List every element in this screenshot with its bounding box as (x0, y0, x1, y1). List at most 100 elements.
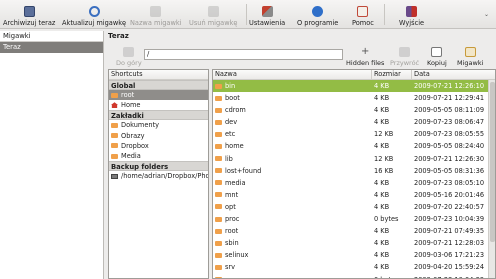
file-name-cell: media (215, 177, 246, 189)
shortcut-item-home[interactable]: Home (109, 100, 208, 110)
copy-button[interactable]: Kopiuj (427, 47, 447, 67)
settings-button[interactable]: Ustawienia (249, 2, 285, 28)
hidden-files-button[interactable]: + Hidden files (346, 47, 384, 68)
table-row[interactable]: home 4 KB 2009-05-05 08:24:40 (213, 140, 495, 152)
file-name: srv (225, 263, 236, 272)
table-row[interactable]: sbin 4 KB 2009-07-21 12:28:03 (213, 237, 495, 249)
folder-icon (215, 119, 222, 125)
help-icon (357, 6, 369, 17)
column-header-date[interactable]: Data (412, 70, 495, 80)
shortcut-item-root[interactable]: root (109, 90, 208, 101)
file-size-cell: 0 bytes (374, 215, 399, 224)
shortcuts-header[interactable]: Shortcuts (109, 70, 208, 80)
file-size-cell: 0 bytes (374, 274, 398, 279)
folder-icon (215, 264, 222, 270)
folder-icon (215, 204, 222, 210)
file-name-cell: lib (215, 153, 233, 165)
table-row[interactable]: lib 12 KB 2009-07-21 12:26:30 (213, 153, 495, 165)
shortcut-item-dropbox[interactable]: Dropbox (109, 141, 208, 151)
file-date-cell: 2009-05-16 20:01:46 (414, 190, 485, 199)
refresh-snapshot-button[interactable]: Aktualizuj migawkę (62, 2, 126, 28)
table-row[interactable]: bin 4 KB 2009-07-21 12:26:10 (213, 80, 495, 93)
folder-icon (111, 92, 118, 98)
path-input[interactable]: / (144, 49, 343, 60)
snapshots-header[interactable]: Migawki (0, 31, 103, 42)
file-name: boot (225, 94, 240, 103)
vertical-scrollbar[interactable] (488, 80, 495, 278)
snapshot-panel: Teraz Do góry / + Hidden files Przywróć … (106, 31, 496, 279)
file-name: mnt (225, 190, 239, 199)
file-name-cell: etc (215, 128, 235, 140)
file-date-cell: 2009-07-21 12:26:30 (414, 154, 485, 163)
file-size-cell: 4 KB (374, 82, 390, 90)
snapshots-button[interactable]: Migawki (457, 47, 483, 67)
file-name: media (225, 178, 246, 187)
copy-icon (431, 47, 443, 57)
folder-icon (215, 144, 222, 150)
help-button[interactable]: Pomoc (352, 2, 374, 28)
file-name: selinux (225, 251, 249, 260)
restore-button[interactable]: Przywróć (390, 47, 419, 67)
file-size-cell: 4 KB (374, 239, 390, 248)
about-button[interactable]: O programie (297, 2, 338, 28)
drive-icon (111, 173, 118, 179)
file-name: dev (225, 118, 238, 127)
delete-snapshot-button[interactable]: Usuń migawkę (189, 2, 237, 28)
table-row[interactable]: selinux 4 KB 2009-03-06 17:21:23 (213, 249, 495, 261)
file-date-cell: 2009-07-21 12:28:03 (414, 239, 485, 248)
panel-title: Teraz (108, 32, 129, 40)
file-date-cell: 2009-07-23 08:06:47 (414, 118, 485, 127)
column-header-name[interactable]: Nazwa (213, 70, 372, 80)
shortcut-item-media[interactable]: Media (109, 151, 208, 161)
file-size-cell: 4 KB (374, 263, 390, 272)
backup-now-button[interactable]: Archiwizuj teraz (3, 2, 55, 28)
up-button[interactable]: Do góry (116, 47, 142, 67)
column-header-size[interactable]: Rozmiar (372, 70, 412, 80)
file-date-cell: 2009-07-21 12:29:41 (414, 94, 485, 103)
file-name-cell: boot (215, 92, 240, 104)
file-name-cell: opt (215, 201, 236, 213)
file-name: root (225, 227, 239, 236)
folder-icon (111, 143, 118, 149)
chevron-down-icon[interactable]: ⌄ (484, 11, 489, 18)
file-date-cell: 2009-07-23 08:05:10 (414, 178, 485, 187)
file-date-cell: 2009-03-06 17:21:23 (414, 251, 485, 260)
table-row[interactable]: opt 4 KB 2009-07-20 22:40:57 (213, 201, 495, 213)
table-row[interactable]: root 4 KB 2009-07-21 07:49:35 (213, 225, 495, 237)
scrollbar-thumb[interactable] (490, 82, 495, 242)
table-row[interactable]: proc 0 bytes 2009-07-23 10:04:39 (213, 213, 495, 225)
file-size-cell: 4 KB (374, 178, 390, 187)
file-name: cdrom (225, 106, 246, 115)
table-row[interactable]: boot 4 KB 2009-07-21 12:29:41 (213, 92, 495, 104)
table-row[interactable]: mnt 4 KB 2009-05-16 20:01:46 (213, 189, 495, 201)
file-size-cell: 4 KB (374, 202, 390, 211)
exit-button[interactable]: Wyjście (399, 2, 424, 28)
shortcut-item-documents[interactable]: Dokumenty (109, 120, 208, 130)
file-name: lost+found (225, 166, 262, 175)
info-icon (312, 6, 324, 17)
table-row[interactable]: media 4 KB 2009-07-23 08:05:10 (213, 177, 495, 189)
table-row[interactable]: dev 4 KB 2009-07-23 08:06:47 (213, 116, 495, 128)
table-row[interactable]: sys 0 bytes 2009-07-23 10:04:39 (213, 274, 495, 279)
folder-icon (215, 156, 222, 162)
folder-icon (215, 95, 222, 101)
file-name: proc (225, 215, 240, 224)
shortcut-item-pictures[interactable]: Obrazy (109, 131, 208, 141)
file-name: home (225, 142, 244, 151)
table-row[interactable]: lost+found 16 KB 2009-05-05 08:31:36 (213, 165, 495, 177)
snapshot-item-now[interactable]: Teraz (0, 42, 103, 53)
file-date-cell: 2009-05-05 08:31:36 (414, 166, 485, 175)
label-icon (150, 6, 162, 17)
exit-icon (406, 6, 418, 17)
file-date-cell: 2009-05-05 08:11:09 (414, 106, 485, 115)
snapshot-name-button[interactable]: Nazwa migawki (130, 2, 182, 28)
file-name-cell: cdrom (215, 104, 246, 116)
toolbar-separator (246, 4, 247, 25)
table-row[interactable]: etc 12 KB 2009-07-23 08:05:55 (213, 128, 495, 140)
file-size-cell: 16 KB (374, 166, 394, 175)
shortcut-item-backup-folder[interactable]: /home/adrian/Dropbox/Phot (109, 171, 208, 181)
file-size-cell: 12 KB (374, 130, 394, 139)
table-row[interactable]: srv 4 KB 2009-04-20 15:59:24 (213, 261, 495, 273)
file-name-cell: srv (215, 261, 235, 273)
table-row[interactable]: cdrom 4 KB 2009-05-05 08:11:09 (213, 104, 495, 116)
